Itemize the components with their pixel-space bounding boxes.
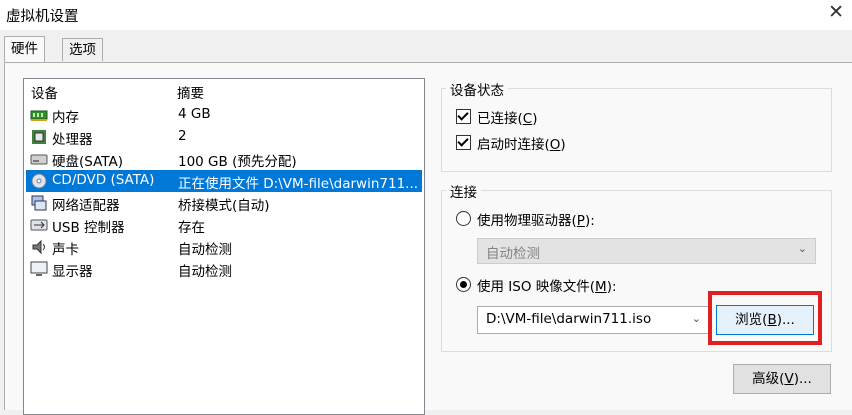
device-row-network[interactable]: 网络适配器 桥接模式(自动) bbox=[26, 192, 422, 214]
network-adapter-icon bbox=[31, 195, 47, 211]
tab-hardware-label: 硬件 bbox=[11, 41, 38, 57]
column-device[interactable]: 设备 bbox=[31, 82, 58, 102]
physical-drive-key: P bbox=[576, 213, 585, 229]
device-summary: 100 GB (预先分配) bbox=[178, 154, 297, 170]
device-name: 声卡 bbox=[52, 242, 79, 258]
sound-card-icon bbox=[32, 239, 45, 255]
device-list[interactable]: 设备 摘要 内存 4 GB 处理器 2 硬盘(SATA) 100 GB (预先分… bbox=[23, 78, 425, 415]
device-name: 内存 bbox=[52, 110, 79, 126]
device-name: 处理器 bbox=[52, 132, 93, 148]
device-row-sound-card[interactable]: 声卡 自动检测 bbox=[26, 236, 422, 258]
device-row-hard-disk[interactable]: 硬盘(SATA) 100 GB (预先分配) bbox=[26, 148, 422, 170]
connect-at-power-on-label[interactable]: 启动时连接(O) bbox=[477, 133, 566, 153]
title-bar: 虚拟机设置 ✕ bbox=[0, 0, 852, 30]
physical-drive-dropdown-value: 自动检测 bbox=[486, 246, 540, 262]
device-row-usb[interactable]: USB 控制器 存在 bbox=[26, 214, 422, 236]
advanced-button[interactable]: 高级(V)... bbox=[733, 364, 831, 394]
device-summary: 4 GB bbox=[178, 106, 211, 122]
device-status-group bbox=[441, 88, 832, 172]
connect-at-power-on-checkbox[interactable] bbox=[456, 135, 471, 150]
iso-file-key: M bbox=[595, 279, 607, 295]
memory-icon bbox=[30, 110, 48, 121]
connect-at-power-on-key: O bbox=[549, 137, 561, 153]
advanced-key: V bbox=[784, 371, 794, 387]
device-summary: 自动检测 bbox=[178, 242, 232, 258]
connected-text: 已连接 bbox=[477, 111, 518, 127]
connected-key: C bbox=[522, 111, 533, 127]
tab-strip: 硬件 选项 bbox=[0, 36, 852, 62]
connected-checkbox[interactable] bbox=[456, 109, 471, 124]
device-row-processor[interactable]: 处理器 2 bbox=[26, 126, 422, 148]
iso-path-combobox[interactable]: D:\VM-file\darwin711.iso ⌄ bbox=[477, 306, 710, 334]
iso-path-value: D:\VM-file\darwin711.iso bbox=[486, 311, 652, 327]
physical-drive-text: 使用物理驱动器 bbox=[477, 213, 572, 229]
cd-dvd-icon bbox=[31, 173, 47, 189]
iso-file-text: 使用 ISO 映像文件 bbox=[477, 279, 590, 295]
tab-options[interactable]: 选项 bbox=[62, 38, 103, 61]
advanced-text: 高级 bbox=[752, 371, 780, 387]
chevron-down-icon: ⌄ bbox=[797, 242, 807, 255]
device-list-header: 设备 摘要 bbox=[24, 79, 424, 102]
tab-hardware[interactable]: 硬件 bbox=[4, 36, 45, 62]
tab-options-label: 选项 bbox=[69, 42, 96, 58]
device-summary: 2 bbox=[178, 128, 187, 144]
device-row-display[interactable]: 显示器 自动检测 bbox=[26, 258, 422, 280]
device-row-memory[interactable]: 内存 4 GB bbox=[26, 104, 422, 126]
device-summary: 正在使用文件 D:\VM-file\darwin711... bbox=[178, 176, 419, 192]
device-name: CD/DVD (SATA) bbox=[52, 172, 155, 188]
usb-icon bbox=[30, 219, 48, 231]
device-name: 显示器 bbox=[52, 264, 93, 280]
physical-drive-dropdown[interactable]: 自动检测 ⌄ bbox=[477, 238, 816, 264]
highlight-box bbox=[708, 291, 822, 345]
connect-at-power-on-text: 启动时连接 bbox=[477, 137, 545, 153]
device-summary: 存在 bbox=[178, 220, 205, 236]
iso-file-label[interactable]: 使用 ISO 映像文件(M): bbox=[477, 275, 617, 295]
device-name: 网络适配器 bbox=[52, 198, 120, 214]
connected-label[interactable]: 已连接(C) bbox=[477, 107, 538, 127]
physical-drive-label[interactable]: 使用物理驱动器(P): bbox=[477, 209, 595, 229]
column-summary[interactable]: 摘要 bbox=[177, 82, 204, 102]
device-name: USB 控制器 bbox=[52, 220, 125, 236]
physical-drive-radio[interactable] bbox=[456, 211, 471, 226]
iso-file-radio[interactable] bbox=[456, 277, 471, 292]
device-row-cd-dvd[interactable]: CD/DVD (SATA) 正在使用文件 D:\VM-file\darwin71… bbox=[26, 170, 422, 192]
processor-icon bbox=[32, 130, 46, 144]
connection-title: 连接 bbox=[446, 181, 481, 201]
display-icon bbox=[30, 261, 48, 276]
device-status-title: 设备状态 bbox=[446, 79, 508, 99]
chevron-down-icon: ⌄ bbox=[691, 312, 701, 325]
close-icon[interactable]: ✕ bbox=[828, 1, 844, 23]
device-name: 硬盘(SATA) bbox=[52, 154, 123, 170]
device-summary: 自动检测 bbox=[178, 264, 232, 280]
hard-disk-icon bbox=[30, 154, 48, 165]
device-summary: 桥接模式(自动) bbox=[178, 198, 270, 214]
window-title: 虚拟机设置 bbox=[6, 9, 79, 25]
